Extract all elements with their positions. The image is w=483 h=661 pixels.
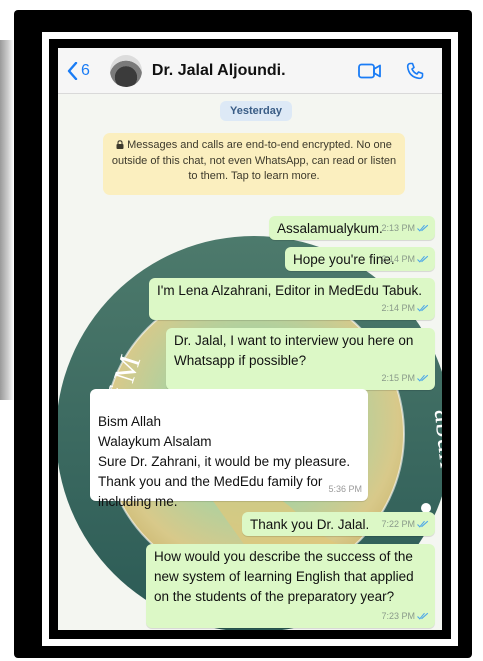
message-text: I'm Lena Alzahrani, Editor in MedEdu Tab…	[157, 283, 422, 298]
encryption-notice-text: Messages and calls are end-to-end encryp…	[111, 139, 397, 182]
message-text: Assalamualykum.	[277, 221, 383, 236]
side-shadow-strip	[0, 40, 14, 400]
read-ticks-icon	[417, 224, 429, 232]
encryption-notice[interactable]: Messages and calls are end-to-end encryp…	[103, 133, 405, 195]
read-ticks-icon	[417, 374, 429, 382]
back-button[interactable]: 6	[67, 61, 90, 80]
message-text: Thank you Dr. Jalal.	[250, 517, 370, 532]
message-text: Bism Allah Walaykum Alsalam Sure Dr. Zah…	[98, 414, 351, 509]
read-ticks-icon	[417, 612, 429, 620]
lock-icon	[116, 140, 124, 149]
message-text: Dr. Jalal, I want to interview you here …	[174, 333, 414, 368]
video-call-icon[interactable]	[358, 63, 382, 79]
message-bubble[interactable]: Thank you Dr. Jalal. 7:22 PM	[242, 512, 435, 536]
message-time: 7:23 PM	[381, 611, 415, 621]
message-time: 2:14 PM	[381, 303, 415, 313]
message-time: 7:22 PM	[381, 519, 415, 529]
message-time: 2:15 PM	[381, 373, 415, 383]
message-bubble[interactable]: How would you describe the success of th…	[146, 544, 435, 628]
message-text: Hope you're fine.	[293, 252, 395, 267]
message-time: 2:13 PM	[381, 223, 415, 233]
unread-count: 6	[81, 61, 90, 79]
contact-name[interactable]: Dr. Jalal Aljoundi.	[152, 62, 286, 80]
message-bubble[interactable]: I'm Lena Alzahrani, Editor in MedEdu Tab…	[149, 278, 435, 320]
message-bubble[interactable]: Bism Allah Walaykum Alsalam Sure Dr. Zah…	[90, 389, 368, 509]
phone-call-icon[interactable]	[406, 62, 424, 80]
date-pill: Yesterday	[220, 101, 292, 121]
read-ticks-icon	[417, 255, 429, 263]
phone-screen: icine ty of M abuk 6 Dr. Jalal Aljoundi.	[58, 48, 442, 630]
back-chevron-icon	[67, 61, 78, 80]
message-bubble[interactable]: Dr. Jalal, I want to interview you here …	[166, 328, 435, 390]
read-ticks-icon	[417, 520, 429, 528]
poster-frame: icine ty of M abuk 6 Dr. Jalal Aljoundi.	[14, 10, 472, 658]
avatar[interactable]	[109, 54, 142, 87]
white-border-frame: icine ty of M abuk 6 Dr. Jalal Aljoundi.	[42, 32, 458, 646]
chat-header: 6 Dr. Jalal Aljoundi.	[58, 48, 442, 94]
message-bubble[interactable]: Assalamualykum. 2:13 PM	[269, 216, 435, 240]
message-bubble[interactable]: Hope you're fine. 2:14 PM	[285, 247, 435, 271]
message-time: 2:14 PM	[381, 254, 415, 264]
message-text: How would you describe the success of th…	[154, 549, 414, 604]
message-time: 5:36 PM	[328, 484, 362, 494]
read-ticks-icon	[417, 304, 429, 312]
